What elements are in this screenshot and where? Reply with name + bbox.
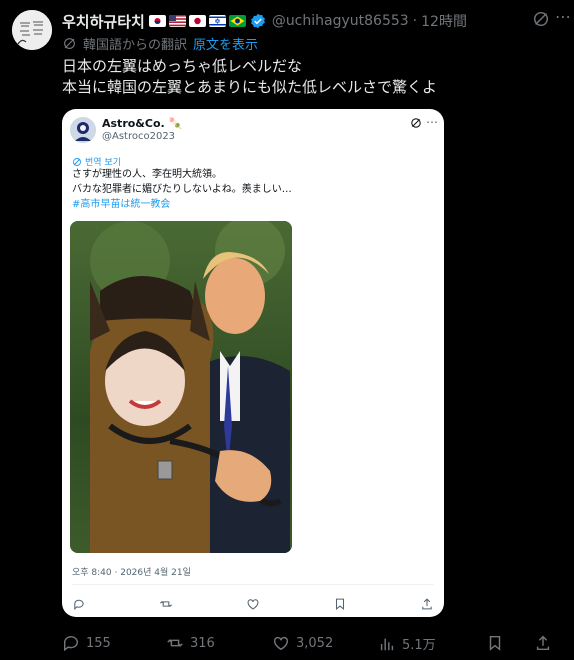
post: 우치하규타치 @uchihagyut86553 · 12時間 ⋯ 韓国語からの翻… bbox=[0, 0, 574, 660]
share-button[interactable] bbox=[534, 634, 558, 652]
post-body-line: 本当に韓国の左翼とあまりにも似た低レベルさで驚くよ bbox=[62, 78, 438, 96]
quoted-author-handle[interactable]: @Astroco2023 bbox=[102, 131, 175, 142]
bookmark-icon bbox=[489, 635, 501, 651]
quoted-like-icon[interactable] bbox=[246, 597, 260, 611]
like-button[interactable]: 3,052 bbox=[272, 634, 333, 652]
views-icon bbox=[380, 638, 394, 650]
post-body-line: 日本の左翼はめっちゃ低レベルだな bbox=[62, 57, 303, 75]
author-name[interactable]: 우치하규타치 bbox=[62, 11, 145, 32]
grok-icon[interactable] bbox=[532, 10, 550, 28]
author-handle[interactable]: @uchihagyut86553 bbox=[272, 13, 409, 29]
quoted-more-icon[interactable]: ⋯ bbox=[426, 115, 438, 129]
verified-badge-icon bbox=[250, 13, 265, 29]
views-count: 5.1万 bbox=[402, 638, 436, 653]
quoted-timestamp[interactable]: 오후 8:40 · 2026년 4월 21일 bbox=[72, 565, 191, 578]
israel-flag-icon bbox=[208, 15, 226, 27]
post-action-bar: 155 316 3,052 5.1万 bbox=[62, 632, 566, 654]
post-header: 우치하규타치 @uchihagyut86553 · 12時間 bbox=[62, 10, 562, 32]
repost-count: 316 bbox=[190, 635, 215, 651]
grok-translate-icon bbox=[64, 38, 75, 49]
repost-icon bbox=[167, 639, 183, 647]
quoted-share-icon[interactable] bbox=[420, 597, 434, 611]
quoted-body-line: バカな犯罪者に媚びたりしないよね。羨ましい… bbox=[72, 184, 292, 195]
show-original-link[interactable]: 原文を表示 bbox=[193, 34, 258, 53]
south-korea-flag-icon bbox=[148, 15, 166, 27]
japan-flag-icon bbox=[188, 15, 206, 27]
more-options-icon[interactable]: ⋯ bbox=[554, 9, 572, 28]
bookmark-button[interactable] bbox=[486, 634, 510, 652]
reply-count: 155 bbox=[86, 635, 111, 651]
separator-dot: · bbox=[412, 13, 418, 29]
reply-icon bbox=[63, 636, 78, 652]
quoted-author-avatar[interactable] bbox=[70, 117, 96, 143]
quoted-action-bar bbox=[72, 597, 434, 611]
translation-row: 韓国語からの翻訳 原文を表示 bbox=[62, 34, 258, 53]
quoted-post[interactable]: Astro&Co. 🍡 @Astroco2023 ⋯ 번역 보기 さすが理性の人… bbox=[62, 109, 444, 617]
share-icon bbox=[536, 635, 550, 651]
quoted-author-name[interactable]: Astro&Co. 🍡 bbox=[102, 117, 182, 130]
quoted-photo[interactable] bbox=[70, 221, 292, 553]
repost-button[interactable]: 316 bbox=[166, 634, 215, 652]
globe-icon bbox=[73, 157, 81, 166]
post-time[interactable]: 12時間 bbox=[421, 11, 467, 31]
quoted-repost-icon[interactable] bbox=[159, 597, 173, 611]
translated-from-label: 韓国語からの翻訳 bbox=[83, 38, 188, 53]
quoted-grok-icon[interactable] bbox=[410, 117, 422, 129]
quoted-bookmark-icon[interactable] bbox=[333, 597, 347, 611]
reply-button[interactable]: 155 bbox=[62, 634, 111, 652]
views-button[interactable]: 5.1万 bbox=[378, 634, 436, 653]
usa-flag-icon bbox=[168, 15, 186, 27]
brazil-flag-icon bbox=[228, 15, 246, 27]
quoted-reply-icon[interactable] bbox=[72, 597, 86, 611]
quoted-body: さすが理性の人、李在明大統領。 バカな犯罪者に媚びたりしないよね。羨ましい… #… bbox=[72, 167, 434, 212]
quoted-hashtag[interactable]: #高市早苗は統一教会 bbox=[72, 197, 434, 212]
like-icon bbox=[273, 636, 289, 651]
flag-emojis bbox=[148, 15, 246, 27]
quoted-divider bbox=[72, 584, 434, 585]
post-body: 日本の左翼はめっちゃ低レベルだな 本当に韓国の左翼とあまりにも似た低レベルさで驚… bbox=[62, 56, 562, 98]
like-count: 3,052 bbox=[296, 635, 334, 651]
author-avatar[interactable] bbox=[12, 10, 52, 50]
quoted-body-line: さすが理性の人、李在明大統領。 bbox=[72, 169, 222, 180]
